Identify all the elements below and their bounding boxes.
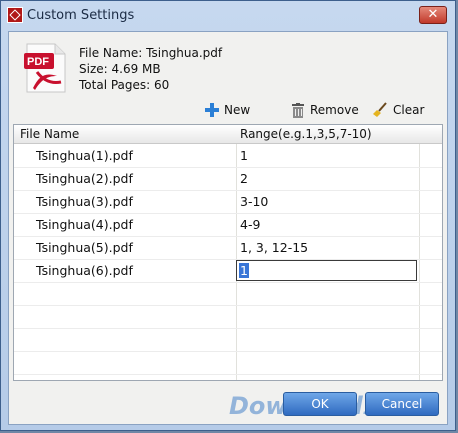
new-label: New	[224, 103, 251, 117]
empty-row	[14, 282, 442, 306]
clear-label: Clear	[393, 103, 425, 117]
plus-icon	[205, 103, 219, 117]
remove-button[interactable]: Remove	[291, 100, 359, 120]
table-row[interactable]: Tsinghua(6).pdf 1	[14, 259, 442, 283]
cancel-button[interactable]: Cancel	[365, 392, 439, 416]
file-name-cell: Tsinghua(4).pdf	[36, 217, 133, 232]
range-edit-field[interactable]: 1	[236, 260, 417, 281]
broom-icon	[373, 102, 387, 117]
file-name-cell: Tsinghua(2).pdf	[36, 171, 133, 186]
toolbar: New Remove Clear	[9, 100, 447, 120]
app-icon	[7, 7, 23, 23]
range-cell[interactable]: 4-9	[240, 217, 260, 232]
window-title: Custom Settings	[27, 8, 135, 23]
file-name-cell: Tsinghua(1).pdf	[36, 148, 133, 163]
new-button[interactable]: New	[205, 100, 250, 120]
table-row[interactable]: Tsinghua(2).pdf 2	[14, 167, 442, 191]
svg-text:PDF: PDF	[27, 56, 49, 68]
file-name-text: File Name: Tsinghua.pdf	[79, 46, 223, 60]
remove-label: Remove	[310, 103, 359, 117]
clear-button[interactable]: Clear	[372, 100, 424, 120]
file-info: File Name: Tsinghua.pdf Size: 4.69 MB To…	[79, 45, 222, 93]
range-cell[interactable]: 2	[240, 171, 248, 186]
pdf-file-icon: PDF	[24, 43, 66, 93]
table-row[interactable]: Tsinghua(1).pdf 1	[14, 144, 442, 168]
file-size-text: Size: 4.69 MB	[79, 62, 161, 76]
ok-button[interactable]: OK	[283, 392, 357, 416]
range-cell[interactable]: 1, 3, 12-15	[240, 240, 308, 255]
dialog-body: PDF File Name: Tsinghua.pdf Size: 4.69 M…	[8, 31, 448, 425]
file-range-table: File Name Range(e.g.1,3,5,7-10) Tsinghua…	[13, 124, 443, 381]
file-name-cell: Tsinghua(3).pdf	[36, 194, 133, 209]
file-name-cell: Tsinghua(6).pdf	[36, 263, 133, 278]
title-bar[interactable]: Custom Settings ✕	[1, 1, 455, 31]
total-pages-text: Total Pages: 60	[79, 78, 170, 92]
range-edit-value[interactable]: 1	[239, 263, 249, 278]
header-file-name[interactable]: File Name	[20, 127, 79, 141]
file-name-cell: Tsinghua(5).pdf	[36, 240, 133, 255]
table-row[interactable]: Tsinghua(3).pdf 3-10	[14, 190, 442, 214]
close-button[interactable]: ✕	[419, 6, 447, 24]
table-header: File Name Range(e.g.1,3,5,7-10)	[14, 125, 442, 144]
table-row[interactable]: Tsinghua(4).pdf 4-9	[14, 213, 442, 237]
custom-settings-window: Custom Settings ✕ PDF File Name: Tsinghu…	[0, 0, 456, 431]
empty-row	[14, 351, 442, 375]
trash-icon	[292, 102, 304, 118]
header-range[interactable]: Range(e.g.1,3,5,7-10)	[240, 127, 372, 141]
range-cell[interactable]: 1	[240, 148, 248, 163]
empty-row	[14, 305, 442, 329]
table-row[interactable]: Tsinghua(5).pdf 1, 3, 12-15	[14, 236, 442, 260]
range-cell[interactable]: 3-10	[240, 194, 268, 209]
empty-row	[14, 328, 442, 352]
